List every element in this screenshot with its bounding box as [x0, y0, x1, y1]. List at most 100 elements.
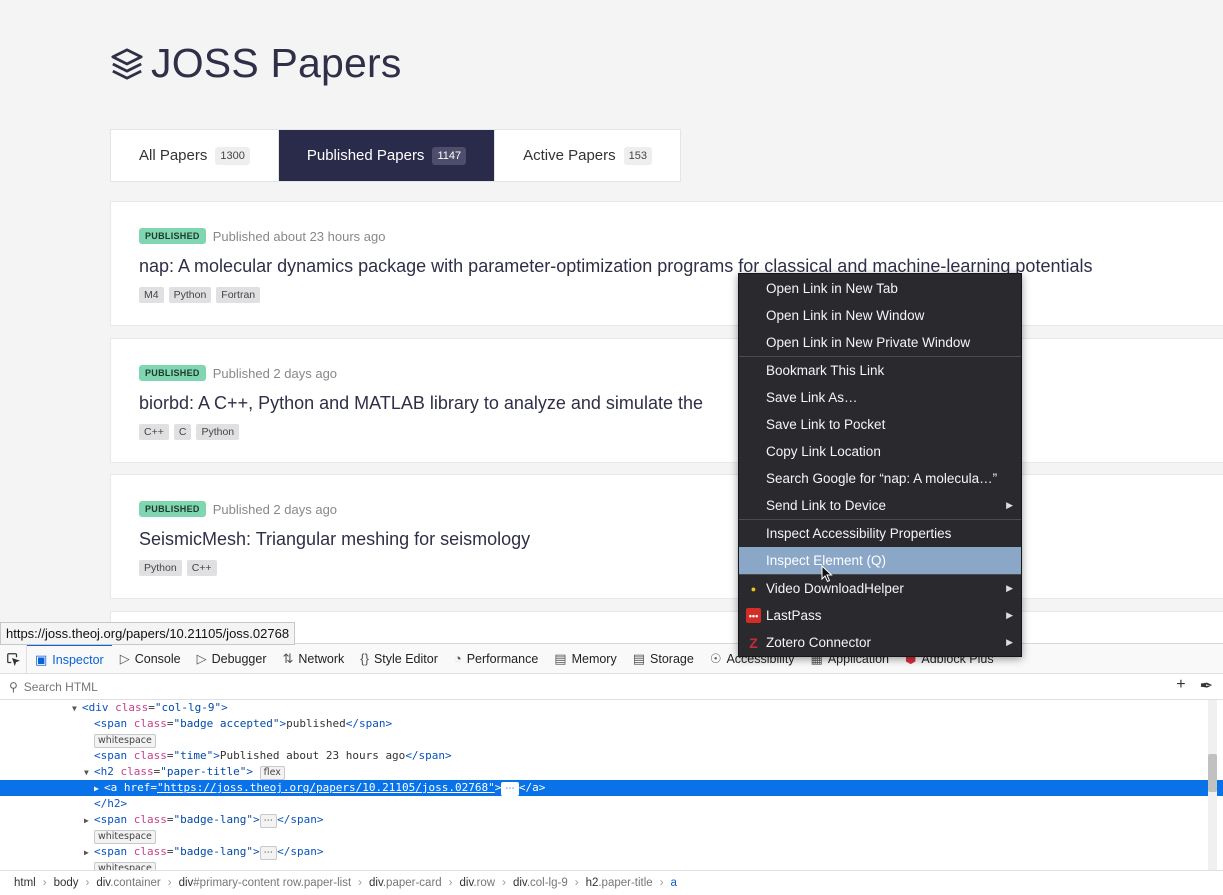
tab-all-papers[interactable]: All Papers 1300: [111, 130, 279, 181]
network-icon: ⇅: [282, 650, 294, 666]
link-status-url: https://joss.theoj.org/papers/10.21105/j…: [0, 622, 296, 645]
breadcrumb-item[interactable]: div.container: [92, 877, 164, 889]
breadcrumb-item[interactable]: div.row: [456, 877, 500, 889]
tree-node[interactable]: <span class="badge accepted">published</…: [0, 716, 1223, 732]
tab-count: 1147: [432, 146, 467, 165]
breadcrumb-item[interactable]: html: [10, 877, 40, 889]
paper-time: Published 2 days ago: [212, 365, 338, 381]
accessibility-icon: ☉: [709, 650, 722, 666]
devtools-panel: ▣ Inspector ▷ Console ▷ Debugger ⇅ Netwo…: [0, 643, 1223, 895]
search-html-input[interactable]: Search HTML: [24, 680, 98, 694]
tab-memory[interactable]: ▤ Memory: [546, 644, 624, 673]
element-picker-icon[interactable]: [0, 644, 27, 673]
tab-label: Network: [298, 651, 345, 666]
language-badge[interactable]: C++: [139, 424, 169, 440]
menu-item-open-new-tab[interactable]: Open Link in New Tab: [739, 275, 1021, 302]
tab-active-papers[interactable]: Active Papers 153: [495, 130, 680, 181]
breadcrumb-item[interactable]: h2.paper-title: [582, 877, 657, 889]
tree-node[interactable]: whitespace: [0, 732, 1223, 748]
storage-icon: ▤: [632, 650, 646, 666]
flex-badge[interactable]: flex: [259, 766, 285, 780]
menu-item-search-google[interactable]: Search Google for “nap: A molecula…”: [739, 465, 1021, 492]
tab-style-editor[interactable]: {} Style Editor: [352, 644, 446, 673]
html-search-bar: ⚲ Search HTML + ✒: [0, 674, 1223, 700]
chevron-right-icon: ▶: [1006, 500, 1013, 510]
tree-node[interactable]: </h2>: [0, 796, 1223, 812]
language-badge[interactable]: Python: [168, 287, 212, 303]
collapsed-content-badge[interactable]: ⋯: [501, 782, 519, 796]
menu-item-zotero-connector[interactable]: Z Zotero Connector ▶: [739, 629, 1021, 656]
menu-item-save-link-as[interactable]: Save Link As…: [739, 384, 1021, 411]
paper-title-link[interactable]: nap: A molecular dynamics package with p…: [139, 256, 1203, 277]
whitespace-badge: whitespace: [94, 830, 156, 844]
language-badge[interactable]: Fortran: [216, 287, 261, 303]
collapsed-content-badge[interactable]: ⋯: [259, 846, 278, 860]
status-badge: PUBLISHED: [139, 365, 206, 381]
paper-title-link[interactable]: SeismicMesh: Triangular meshing for seis…: [139, 529, 1203, 550]
language-badge[interactable]: Python: [139, 560, 182, 576]
mouse-cursor-icon: [821, 565, 833, 583]
language-badge[interactable]: C: [173, 424, 192, 440]
menu-item-save-to-pocket[interactable]: Save Link to Pocket: [739, 411, 1021, 438]
breadcrumb-item[interactable]: div.col-lg-9: [509, 877, 572, 889]
tab-label: Style Editor: [373, 651, 438, 666]
devtools-toolbar: ▣ Inspector ▷ Console ▷ Debugger ⇅ Netwo…: [0, 644, 1223, 674]
tree-node[interactable]: whitespace: [0, 860, 1223, 870]
page-title: JOSS Papers: [151, 40, 402, 86]
tree-node[interactable]: ▼ <h2 class="paper-title"> flex: [0, 764, 1223, 780]
menu-item-video-downloadhelper[interactable]: ● Video DownloadHelper ▶: [739, 575, 1021, 602]
tab-count: 1300: [215, 146, 250, 165]
language-badge[interactable]: Python: [196, 424, 240, 440]
menu-item-lastpass[interactable]: ••• LastPass ▶: [739, 602, 1021, 629]
paper-title-link[interactable]: biorbd: A C++, Python and MATLAB library…: [139, 393, 1203, 414]
tree-node[interactable]: ▶ <span class="badge-lang"> ⋯ </span>: [0, 812, 1223, 828]
tree-node-selected[interactable]: ▶ <a href="https://joss.theoj.org/papers/…: [0, 780, 1223, 796]
paper-time: Published about 23 hours ago: [212, 228, 386, 244]
performance-icon: ◔: [453, 651, 462, 666]
markup-tree: ▼ <div class="col-lg-9"> <span class="bad…: [0, 700, 1223, 870]
breadcrumb-item[interactable]: body: [50, 877, 83, 889]
eyedropper-icon[interactable]: ✒: [1200, 676, 1213, 696]
breadcrumb-item[interactable]: a: [667, 877, 681, 889]
menu-item-send-link-to-device[interactable]: Send Link to Device ▶: [739, 492, 1021, 519]
language-badge[interactable]: M4: [139, 287, 164, 303]
language-badge[interactable]: C++: [186, 560, 217, 576]
tree-node[interactable]: <span class="time">Published about 23 ho…: [0, 748, 1223, 764]
chevron-right-icon: ▶: [1006, 610, 1013, 620]
console-icon: ▷: [119, 650, 130, 666]
tree-node[interactable]: ▶ <span class="badge-lang"> ⋯ </span>: [0, 844, 1223, 860]
menu-item-copy-link[interactable]: Copy Link Location: [739, 438, 1021, 465]
add-node-icon[interactable]: +: [1176, 676, 1185, 696]
breadcrumb-item[interactable]: div#primary-content row.paper-list: [175, 877, 356, 889]
menu-item-bookmark-link[interactable]: Bookmark This Link: [739, 357, 1021, 384]
tab-label: Active Papers: [523, 147, 616, 164]
tab-performance[interactable]: ◔ Performance: [446, 644, 546, 673]
tab-debugger[interactable]: ▷ Debugger: [189, 644, 275, 673]
menu-item-open-private-window[interactable]: Open Link in New Private Window: [739, 329, 1021, 356]
tree-node[interactable]: whitespace: [0, 828, 1223, 844]
lastpass-icon: •••: [746, 608, 761, 623]
paper-card: PUBLISHED Published about 23 hours ago n…: [110, 201, 1223, 326]
paper-tabs: All Papers 1300 Published Papers 1147 Ac…: [110, 129, 681, 182]
collapsed-content-badge[interactable]: ⋯: [259, 814, 278, 828]
tab-storage[interactable]: ▤ Storage: [625, 644, 702, 673]
tab-label: All Papers: [139, 147, 208, 164]
style-editor-icon: {}: [360, 651, 369, 666]
tree-node[interactable]: ▼ <div class="col-lg-9">: [0, 700, 1223, 716]
menu-item-inspect-accessibility[interactable]: Inspect Accessibility Properties: [739, 520, 1021, 547]
tab-network[interactable]: ⇅ Network: [275, 644, 353, 673]
tab-label: Storage: [650, 651, 694, 666]
tab-console[interactable]: ▷ Console: [112, 644, 189, 673]
markup-scrollbar[interactable]: [1208, 700, 1217, 870]
tab-inspector[interactable]: ▣ Inspector: [27, 644, 112, 673]
whitespace-badge: whitespace: [94, 862, 156, 870]
video-downloadhelper-icon: ●: [746, 581, 761, 596]
menu-item-inspect-element[interactable]: Inspect Element (Q): [739, 547, 1021, 574]
scrollbar-thumb[interactable]: [1208, 754, 1217, 792]
tab-published-papers[interactable]: Published Papers 1147: [278, 130, 496, 181]
menu-item-open-new-window[interactable]: Open Link in New Window: [739, 302, 1021, 329]
breadcrumb-item[interactable]: div.paper-card: [365, 877, 446, 889]
paper-card: PUBLISHED Published 2 days ago SeismicMe…: [110, 474, 1223, 599]
chevron-right-icon: ▶: [1006, 637, 1013, 647]
tab-count: 153: [623, 146, 652, 165]
